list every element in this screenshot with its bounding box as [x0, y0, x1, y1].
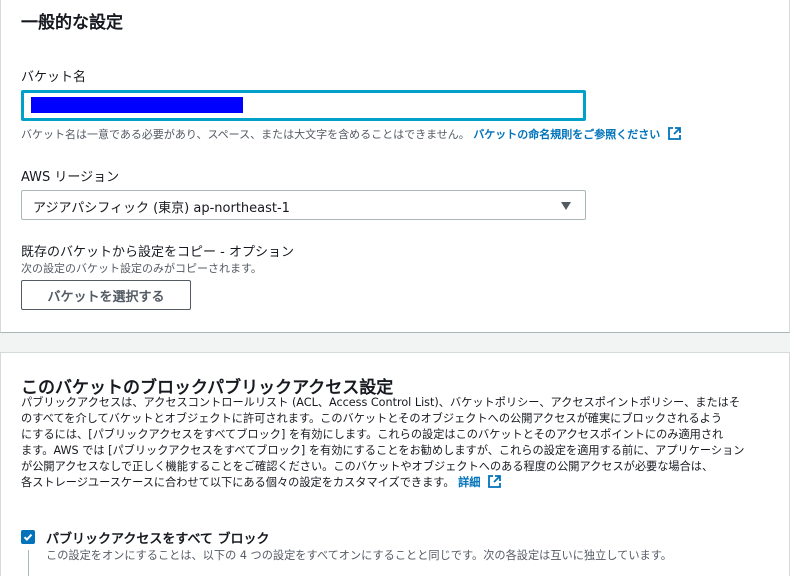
- checkmark-icon: [23, 533, 33, 542]
- bucket-name-input[interactable]: [21, 90, 586, 121]
- bucket-name-hint: バケット名は一意である必要があり、スペース、または大文字を含めることはできません…: [21, 126, 681, 142]
- caret-down-icon: [561, 202, 571, 210]
- block-all-public-access-label[interactable]: パブリックアクセスをすべて ブロック: [46, 528, 269, 547]
- learn-more-link[interactable]: 詳細: [458, 476, 480, 489]
- copy-settings-label: 既存のバケットから設定をコピー - オプション: [21, 245, 294, 260]
- description-line: 各ストレージユースケースに合わせて以下にある個々の設定をカスタマイズできます。: [21, 476, 455, 489]
- description-line: パブリックアクセスは、アクセスコントロールリスト (ACL、Access Con…: [21, 396, 741, 409]
- block-all-public-access-checkbox[interactable]: [21, 530, 35, 544]
- description-line-last: 各ストレージユースケースに合わせて以下にある個々の設定をカスタマイズできます。 …: [21, 475, 781, 491]
- redacted-bucket-name: [31, 97, 243, 113]
- region-select-value: アジアパシフィック (東京) ap-northeast-1: [33, 201, 290, 216]
- bucket-name-hint-text: バケット名は一意である必要があり、スペース、または大文字を含めることはできません…: [21, 128, 470, 141]
- region-select[interactable]: アジアパシフィック (東京) ap-northeast-1: [21, 190, 586, 220]
- description-line: のすべてを介してバケットとオブジェクトに許可されます。このバケットとそのオブジェ…: [21, 412, 723, 425]
- block-public-access-description: パブリックアクセスは、アクセスコントロールリスト (ACL、Access Con…: [21, 395, 781, 491]
- settings-tree-line: [28, 550, 29, 576]
- description-line: ます。AWS では [パブリックアクセスをすべてブロック] を有効にすることをお…: [21, 444, 745, 457]
- copy-settings-hint: 次の設定のバケット設定のみがコピーされます。: [21, 262, 262, 275]
- bucket-naming-rules-link[interactable]: バケットの命名規則をご参照ください: [473, 128, 660, 141]
- external-link-icon[interactable]: [667, 127, 681, 140]
- description-line: が公開アクセスなしで正しく機能することをご確認ください。このバケットやオブジェク…: [21, 460, 714, 473]
- choose-bucket-button[interactable]: バケットを選択する: [21, 280, 191, 310]
- block-all-public-access-desc: この設定をオンにすることは、以下の 4 つの設定をすべてオンにすることと同じです…: [46, 549, 672, 562]
- bucket-name-label: バケット名: [21, 70, 87, 85]
- general-settings-title: 一般的な設定: [21, 13, 123, 33]
- region-label: AWS リージョン: [21, 170, 120, 185]
- description-line: にするには、[パブリックアクセスをすべてブロック] を有効にします。これらの設定…: [21, 428, 724, 441]
- external-link-icon[interactable]: [488, 475, 501, 488]
